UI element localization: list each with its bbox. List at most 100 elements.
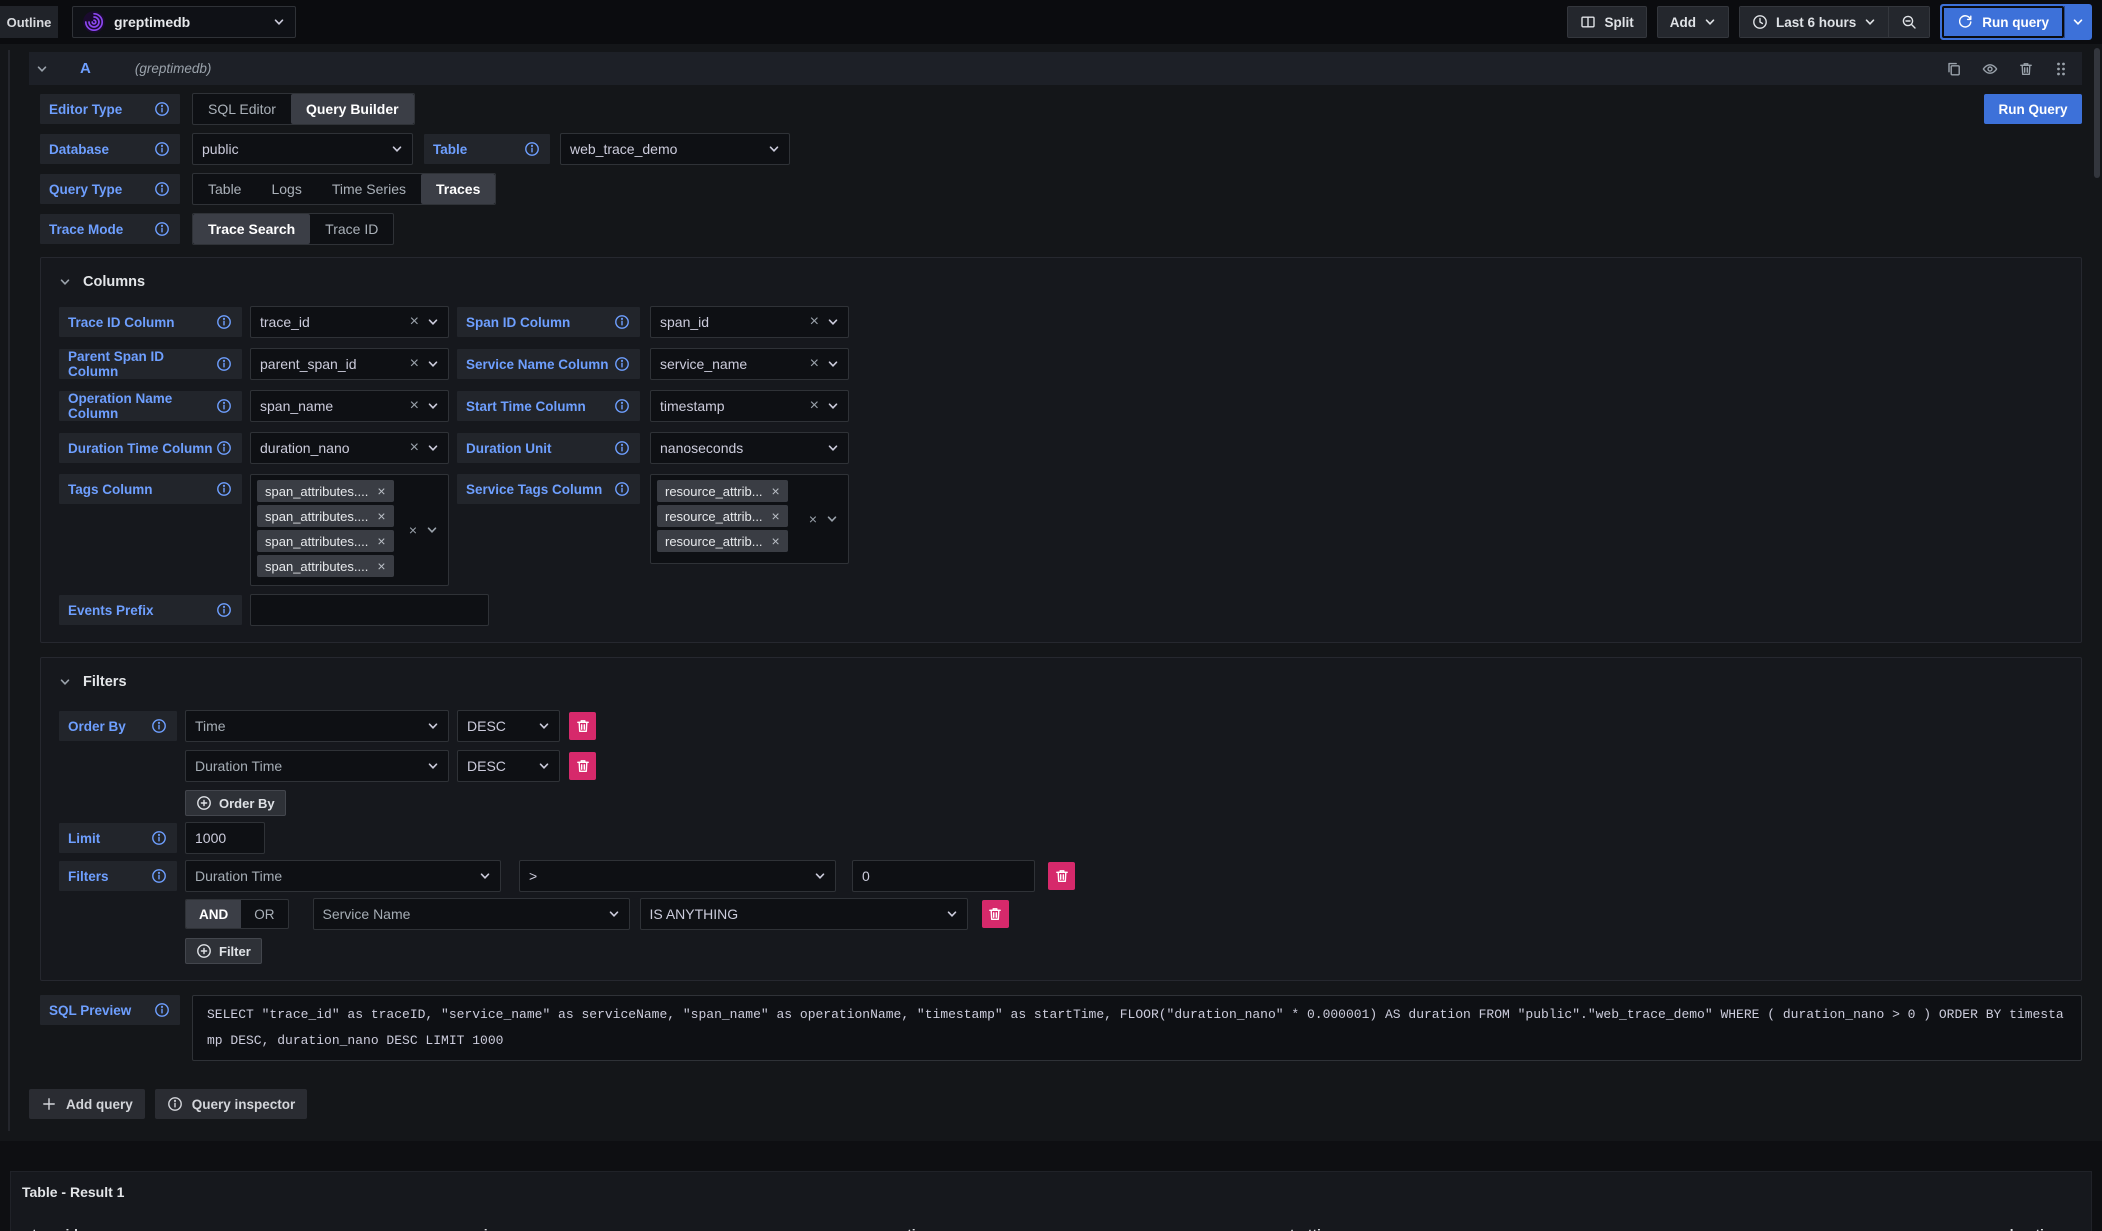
condition-or-option[interactable]: OR bbox=[241, 900, 287, 928]
editor-type-radio-group: SQL Editor Query Builder bbox=[192, 93, 415, 125]
trash-icon bbox=[575, 718, 591, 734]
column-header-starttime[interactable]: starttime bbox=[1272, 1220, 1689, 1231]
remove-filter-button[interactable] bbox=[1048, 862, 1075, 890]
chevron-down-icon bbox=[427, 442, 439, 454]
clear-icon[interactable]: × bbox=[410, 440, 419, 456]
column-header-operationname[interactable]: operationname bbox=[859, 1220, 1272, 1231]
trace-mode-option-trace-search[interactable]: Trace Search bbox=[193, 214, 310, 244]
tags-column-label: Tags Column bbox=[59, 474, 242, 504]
chevron-down-icon bbox=[427, 760, 439, 772]
trace-mode-label: Trace Mode bbox=[40, 214, 180, 244]
filters-section-header[interactable]: Filters bbox=[59, 670, 2063, 694]
filter-field-select-2[interactable]: Service Name bbox=[313, 898, 630, 930]
column-header-servicename[interactable]: servicename bbox=[445, 1220, 859, 1231]
query-type-option-traces[interactable]: Traces bbox=[421, 174, 495, 204]
split-button[interactable]: Split bbox=[1567, 6, 1646, 38]
remove-chip-icon[interactable]: × bbox=[377, 533, 385, 549]
drag-handle-icon[interactable] bbox=[2054, 61, 2068, 77]
datasource-picker[interactable]: greptimedb bbox=[72, 6, 296, 38]
parent-span-id-column-select[interactable]: parent_span_id× bbox=[250, 348, 449, 380]
columns-section-header[interactable]: Columns bbox=[59, 270, 2063, 294]
duration-unit-select[interactable]: nanoseconds bbox=[650, 432, 849, 464]
trace-mode-option-trace-id[interactable]: Trace ID bbox=[310, 214, 393, 244]
database-select[interactable]: public bbox=[192, 133, 413, 165]
clear-icon[interactable]: × bbox=[810, 356, 819, 372]
delete-query-icon[interactable] bbox=[2018, 61, 2034, 77]
service-name-column-select[interactable]: service_name× bbox=[650, 348, 849, 380]
chevron-down-icon bbox=[427, 720, 439, 732]
zoom-out-time-button[interactable] bbox=[1888, 7, 1929, 37]
info-icon bbox=[216, 440, 232, 456]
run-query-button[interactable]: Run query bbox=[1942, 6, 2064, 38]
start-time-column-select[interactable]: timestamp× bbox=[650, 390, 849, 422]
condition-and-option[interactable]: AND bbox=[186, 900, 241, 928]
collapse-query-icon[interactable] bbox=[36, 63, 48, 75]
trace-id-column-select[interactable]: trace_id× bbox=[250, 306, 449, 338]
remove-chip-icon[interactable]: × bbox=[772, 508, 780, 524]
span-id-column-select[interactable]: span_id× bbox=[650, 306, 849, 338]
order-by-field-select-2[interactable]: Duration Time bbox=[185, 750, 449, 782]
query-type-option-logs[interactable]: Logs bbox=[256, 174, 316, 204]
remove-filter-button-2[interactable] bbox=[982, 900, 1009, 928]
query-inspector-button[interactable]: Query inspector bbox=[155, 1089, 308, 1119]
run-query-caret-button[interactable] bbox=[2064, 6, 2090, 38]
column-header-duration[interactable]: duration bbox=[1689, 1220, 2080, 1231]
clear-icon[interactable]: × bbox=[810, 398, 819, 414]
tags-column-multiselect[interactable]: span_attributes....× span_attributes....… bbox=[250, 474, 449, 586]
clear-icon[interactable]: × bbox=[410, 356, 419, 372]
filter-operator-select-2[interactable]: IS ANYTHING bbox=[640, 898, 968, 930]
chevron-down-icon bbox=[427, 316, 439, 328]
limit-input[interactable] bbox=[185, 822, 265, 854]
editor-type-option-sql-editor[interactable]: SQL Editor bbox=[193, 94, 291, 124]
column-header-traceid[interactable]: traceid bbox=[22, 1220, 445, 1231]
order-by-field-select[interactable]: Time bbox=[185, 710, 449, 742]
duration-time-column-select[interactable]: duration_nano× bbox=[250, 432, 449, 464]
events-prefix-input[interactable] bbox=[250, 594, 489, 626]
trash-icon bbox=[987, 906, 1003, 922]
remove-chip-icon[interactable]: × bbox=[377, 558, 385, 574]
info-icon bbox=[151, 718, 167, 734]
service-name-column-label: Service Name Column bbox=[457, 349, 640, 379]
remove-order-by-button[interactable] bbox=[569, 712, 596, 740]
add-order-by-button[interactable]: Order By bbox=[185, 790, 286, 816]
duration-time-column-label: Duration Time Column bbox=[59, 433, 242, 463]
chevron-down-icon bbox=[2072, 16, 2084, 28]
query-type-option-time-series[interactable]: Time Series bbox=[317, 174, 421, 204]
add-filter-button[interactable]: Filter bbox=[185, 938, 262, 964]
outline-toggle[interactable]: Outline bbox=[0, 6, 58, 38]
vertical-scrollbar[interactable] bbox=[2094, 48, 2100, 178]
duplicate-query-icon[interactable] bbox=[1946, 61, 1962, 77]
run-query-editor-button[interactable]: Run Query bbox=[1984, 94, 2082, 124]
clear-all-icon[interactable]: × bbox=[409, 522, 417, 538]
toggle-visibility-icon[interactable] bbox=[1982, 61, 1998, 77]
add-query-button[interactable]: Add query bbox=[29, 1089, 145, 1119]
clear-icon[interactable]: × bbox=[410, 314, 419, 330]
clear-icon[interactable]: × bbox=[810, 314, 819, 330]
chevron-down-icon bbox=[946, 908, 958, 920]
remove-chip-icon[interactable]: × bbox=[377, 483, 385, 499]
chevron-down-icon bbox=[814, 870, 826, 882]
remove-chip-icon[interactable]: × bbox=[772, 483, 780, 499]
clear-all-icon[interactable]: × bbox=[809, 511, 817, 527]
time-range-button[interactable]: Last 6 hours bbox=[1740, 7, 1888, 37]
service-tags-column-multiselect[interactable]: resource_attrib...× resource_attrib...× … bbox=[650, 474, 849, 564]
remove-chip-icon[interactable]: × bbox=[772, 533, 780, 549]
editor-left-edge bbox=[8, 50, 10, 1131]
order-by-direction-select-2[interactable]: DESC bbox=[457, 750, 560, 782]
remove-chip-icon[interactable]: × bbox=[377, 508, 385, 524]
remove-order-by-button-2[interactable] bbox=[569, 752, 596, 780]
operation-name-column-select[interactable]: span_name× bbox=[250, 390, 449, 422]
clear-icon[interactable]: × bbox=[410, 398, 419, 414]
query-header-row[interactable]: A (greptimedb) bbox=[29, 52, 2082, 85]
filter-value-input[interactable] bbox=[852, 860, 1035, 892]
query-type-option-table[interactable]: Table bbox=[193, 174, 256, 204]
collapse-section-icon bbox=[59, 676, 71, 688]
table-select[interactable]: web_trace_demo bbox=[560, 133, 790, 165]
add-button[interactable]: Add bbox=[1657, 6, 1729, 38]
editor-type-option-query-builder[interactable]: Query Builder bbox=[291, 94, 414, 124]
order-by-direction-select[interactable]: DESC bbox=[457, 710, 560, 742]
chevron-down-icon bbox=[826, 513, 838, 525]
filter-field-select[interactable]: Duration Time bbox=[185, 860, 501, 892]
filter-operator-select[interactable]: > bbox=[519, 860, 836, 892]
greptimedb-logo-icon bbox=[83, 11, 105, 33]
